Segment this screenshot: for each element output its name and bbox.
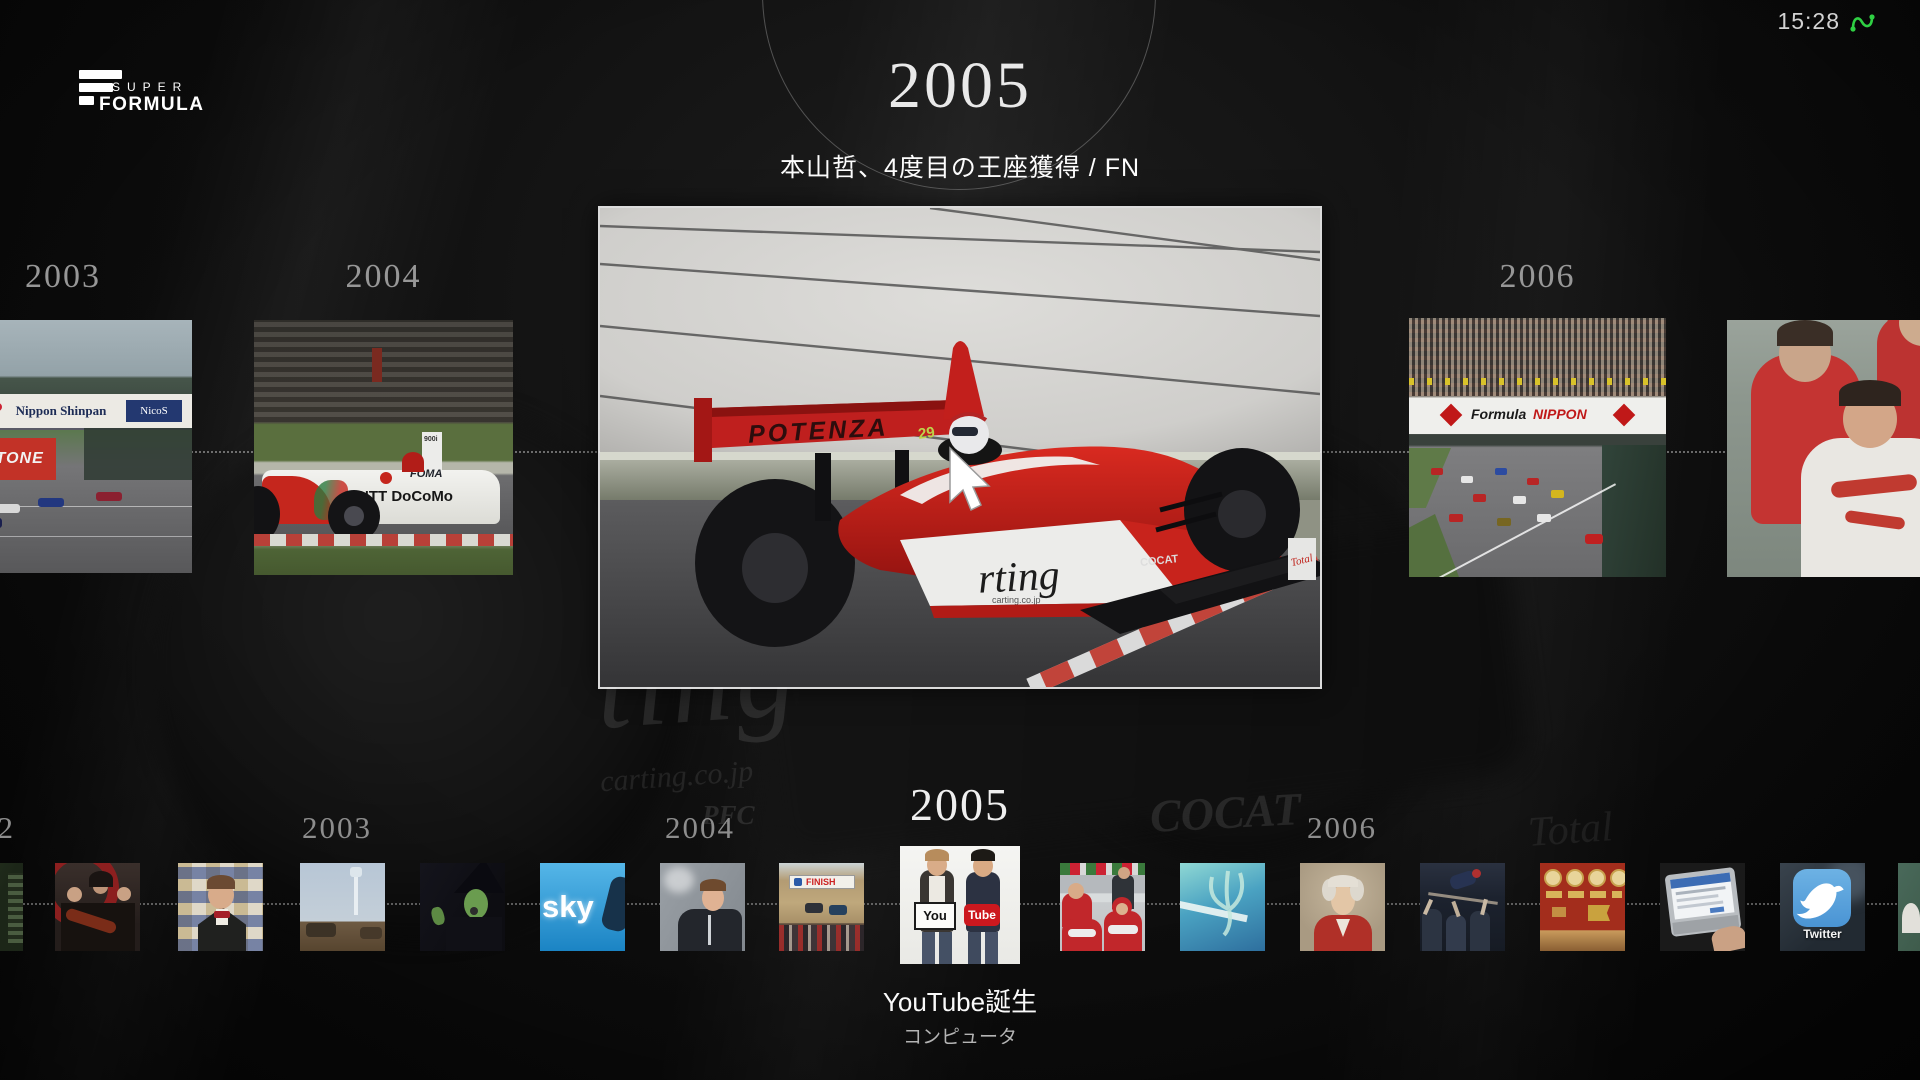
event-thumb-hockey-team[interactable] (1060, 863, 1145, 951)
event-thumb-partial-left[interactable] (0, 863, 23, 951)
finish-banner: FINISH (789, 875, 855, 889)
logo-bar-bottom (79, 96, 94, 105)
clock-time: 15:28 (1777, 8, 1840, 35)
status-clock: 15:28 (1777, 8, 1878, 35)
tube-sign: Tube (964, 904, 1000, 926)
event-thumb-skype-logo[interactable]: sky (540, 863, 625, 951)
background-text-cocat: COCAT (1149, 782, 1302, 843)
green-face (464, 889, 488, 919)
crowd-band (779, 925, 864, 951)
event-thumb-baseball-celebration[interactable] (1420, 863, 1505, 951)
gold-flag-emblem (1588, 905, 1610, 921)
event-thumb-laptop-browser[interactable] (1660, 863, 1745, 951)
event-thumb-desert-finish[interactable]: FINISH (779, 863, 864, 951)
event-thumb-rocket-tower[interactable] (300, 863, 385, 951)
carousel-year-label-2004: 2004 (254, 258, 513, 296)
squid-arms (1198, 869, 1258, 939)
timeline-year-2006[interactable]: 2006 (1282, 810, 1402, 846)
event-thumb-mozart-portrait[interactable] (1300, 863, 1385, 951)
carousel-year-label-2003: 2003 (0, 258, 192, 296)
twitter-label: Twitter (1780, 927, 1865, 941)
pit-fence (84, 428, 192, 480)
bowtie-shape (214, 911, 230, 918)
carousel-thumb-2003-race-start[interactable]: NicoS Nippon Shinpan NicoS DGESTONE (0, 320, 192, 573)
event-thumb-facebook-founder[interactable] (660, 863, 745, 951)
event-thumb-rock-band[interactable] (55, 863, 140, 951)
fence-right (1602, 445, 1666, 577)
event-thumb-green-witch[interactable] (420, 863, 505, 951)
you-sign: You (914, 902, 956, 930)
kerb-strip (254, 534, 513, 546)
logo-text-formula: FORMULA (99, 94, 204, 116)
sidepod-url-text: carting.co.jp (992, 595, 1041, 605)
logo-bar-top (79, 70, 122, 79)
event-thumb-bowtie-host[interactable] (178, 863, 263, 951)
super-formula-logo: SUPER FORMULA (66, 62, 266, 122)
bridgestone-wall: DGESTONE (0, 438, 56, 480)
event-thumb-youtube-founders-selected[interactable]: You Tube (900, 846, 1020, 964)
twitter-bird-icon (1793, 869, 1851, 927)
carousel-thumb-2004-docomo-car[interactable]: 900i NTT DoCoMo FOMA (254, 320, 513, 575)
banner-strip: NicoS Nippon Shinpan NicoS (0, 394, 192, 430)
event-thumb-giant-squid[interactable] (1180, 863, 1265, 951)
selected-event-category: コンピュータ (760, 1022, 1160, 1049)
event-thumb-twitter-icon[interactable]: Twitter (1780, 863, 1865, 951)
carousel-thumb-celebration[interactable] (1727, 320, 1920, 577)
driver-suit (1801, 438, 1920, 577)
page-title-year: 2005 (0, 48, 1920, 124)
driver-helmet (402, 452, 424, 472)
tower-shape (354, 871, 358, 915)
nippon-shinpan-text: Nippon Shinpan (0, 400, 122, 422)
route-squiggle-icon (1848, 9, 1878, 35)
timeline-year-2004[interactable]: 2004 (640, 810, 760, 846)
timeline-year-2005-selected[interactable]: 2005 (880, 778, 1040, 831)
timeline-screen: ting carting.co.jp PFC COCAT Total SUPER… (0, 0, 1920, 1080)
event-thumb-clocks-wall[interactable] (1540, 863, 1625, 951)
timeline-year-2003[interactable]: 2003 (277, 810, 397, 846)
logo-bar-middle (79, 83, 113, 92)
car-body: NTT DoCoMo FOMA (262, 470, 500, 524)
carousel-year-label-2006: 2006 (1409, 258, 1666, 296)
timeline-year-2002[interactable]: 2002 (0, 810, 22, 846)
selected-event-title: YouTube誕生 (760, 982, 1160, 1019)
background-text-total: Total (1526, 803, 1614, 857)
event-thumb-partial-right[interactable] (1898, 863, 1920, 951)
hero-subtitle: 本山哲、4度目の王座獲得 / FN (0, 148, 1920, 184)
twitter-app-tile (1793, 869, 1851, 927)
formula-nippon-banner: Formula NIPPON (1409, 398, 1666, 434)
carousel-thumb-2006-grid-start[interactable]: Formula NIPPON (1409, 318, 1666, 577)
logo-text-super: SUPER (112, 80, 188, 94)
car-number: 29 (917, 424, 936, 443)
mouse-cursor (946, 446, 998, 514)
nicos-box-2: NicoS (126, 400, 182, 422)
